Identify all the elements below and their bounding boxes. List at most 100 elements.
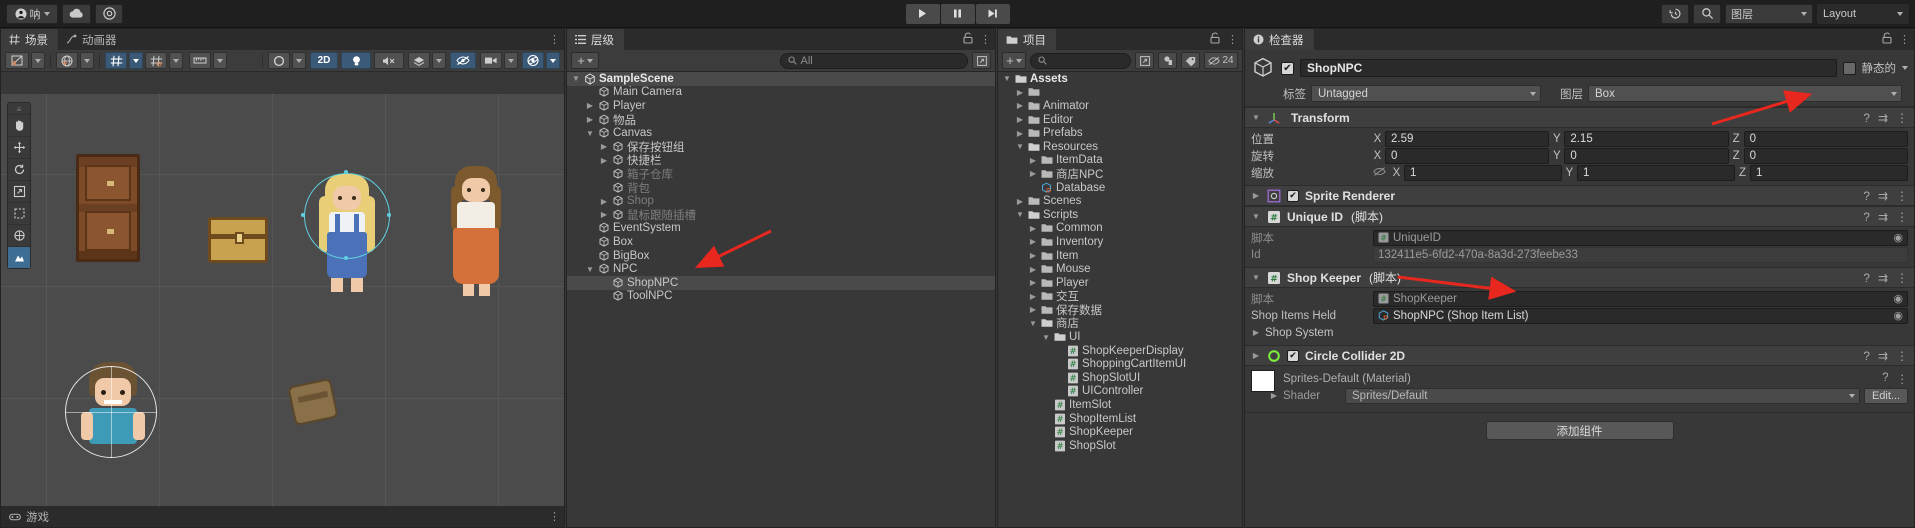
chevron-right-icon[interactable]: ▶	[1028, 265, 1038, 274]
layout-dropdown[interactable]: Layout	[1817, 3, 1909, 24]
shading-dropdown[interactable]	[80, 52, 94, 69]
help-icon[interactable]: ?	[1882, 372, 1888, 386]
grid-visibility-dropdown[interactable]	[169, 52, 183, 69]
hierarchy-tree[interactable]: ▼ SampleScene Main Camera ▶ Player ▶ 物品 ▼ Canvas…	[567, 72, 995, 527]
project-item-shopitemlist[interactable]: # ShopItemList	[998, 412, 1242, 426]
kebab-icon[interactable]: ⋮	[1227, 33, 1238, 46]
kebab-icon[interactable]: ⋮	[1896, 210, 1908, 224]
snap-dropdown[interactable]	[213, 52, 227, 69]
cloud-button[interactable]	[62, 3, 91, 24]
project-item-scripts[interactable]: ▼ Scripts	[998, 208, 1242, 222]
tab-game[interactable]: 游戏	[1, 506, 59, 527]
hierarchy-item-鼠标跟随插槽[interactable]: ▶ 鼠标跟随插槽	[567, 208, 995, 222]
unique-id-script-field[interactable]: # UniqueID ◉	[1373, 229, 1908, 246]
object-picker-icon[interactable]: ◉	[1893, 292, 1903, 305]
2d-toggle-button[interactable]: 2D	[310, 52, 338, 69]
gizmo-shading-dropdown[interactable]	[292, 52, 306, 69]
kebab-icon[interactable]: ⋮	[549, 510, 560, 523]
chevron-right-icon[interactable]: ▶	[1028, 169, 1038, 178]
step-button[interactable]	[975, 3, 1010, 24]
scene-tab-menu[interactable]: ⋮	[549, 29, 560, 50]
grid-snap-button[interactable]	[105, 52, 127, 69]
hierarchy-search-input[interactable]: All	[779, 52, 968, 69]
project-item-resources[interactable]: ▼ Resources	[998, 140, 1242, 154]
chevron-down-icon[interactable]: ▼	[1002, 74, 1012, 83]
project-item-商店npc[interactable]: ▶ 商店NPC	[998, 167, 1242, 181]
chevron-right-icon[interactable]: ▶	[585, 115, 595, 124]
shading-mode-button[interactable]	[56, 52, 78, 69]
services-button[interactable]	[95, 3, 123, 24]
audio-toggle-button[interactable]	[374, 52, 404, 69]
hierarchy-item-npc[interactable]: ▼ NPC	[567, 262, 995, 276]
scene-viewport[interactable]: ≡	[1, 94, 564, 506]
chevron-right-icon[interactable]: ▶	[1028, 156, 1038, 165]
project-item-mouse[interactable]: ▶ Mouse	[998, 262, 1242, 276]
chevron-right-icon[interactable]: ▶	[1015, 197, 1025, 206]
object-active-checkbox[interactable]: ✔	[1281, 61, 1294, 75]
chevron-down-icon[interactable]: ▼	[1028, 319, 1038, 328]
chevron-down-icon[interactable]: ▼	[1251, 113, 1261, 122]
tab-animator[interactable]: 动画器	[58, 29, 127, 50]
move-tool-button[interactable]	[8, 136, 30, 158]
sprite-renderer-component-header[interactable]: ▶ ✔ Sprite Renderer ? ⇉ ⋮	[1245, 185, 1914, 206]
tab-scene[interactable]: 场景	[1, 29, 58, 50]
hierarchy-item-main-camera[interactable]: Main Camera	[567, 86, 995, 100]
hierarchy-item-box[interactable]: Box	[567, 235, 995, 249]
shop-keeper-component-header[interactable]: ▼ # Shop Keeper (脚本) ? ⇉ ⋮	[1245, 267, 1914, 288]
circle-collider-2d-component-header[interactable]: ▶ ✔ Circle Collider 2D ? ⇉ ⋮	[1245, 345, 1914, 366]
preset-icon[interactable]: ⇉	[1878, 271, 1888, 285]
filter-by-type-button[interactable]	[1158, 52, 1177, 69]
filter-by-label-button[interactable]	[1181, 52, 1200, 69]
scene-camera-dropdown[interactable]	[504, 52, 518, 69]
snap-increment-button[interactable]	[189, 52, 211, 69]
chevron-right-icon[interactable]: ▶	[1028, 224, 1038, 233]
project-item-inventory[interactable]: ▶ Inventory	[998, 235, 1242, 249]
preset-icon[interactable]: ⇉	[1878, 349, 1888, 363]
tag-dropdown[interactable]: Untagged	[1311, 85, 1541, 102]
chevron-right-icon[interactable]: ▶	[1251, 328, 1261, 337]
chevron-right-icon[interactable]: ▶	[1251, 351, 1261, 360]
transform-tool-button[interactable]	[8, 224, 30, 246]
gizmos-button[interactable]	[522, 52, 544, 69]
circle-collider-enabled-checkbox[interactable]: ✔	[1287, 349, 1299, 362]
layers-dropdown[interactable]: 图层	[1725, 3, 1813, 24]
scale-x-input[interactable]: 1	[1404, 164, 1562, 181]
hierarchy-item-bigbox[interactable]: BigBox	[567, 249, 995, 263]
object-name-input[interactable]: ShopNPC	[1300, 59, 1837, 77]
draw-mode-button[interactable]	[5, 52, 29, 69]
kebab-icon[interactable]: ⋮	[549, 33, 560, 46]
project-item-uicontroller[interactable]: # UIController	[998, 385, 1242, 399]
project-item-database[interactable]: Database	[998, 181, 1242, 195]
create-gameobject-button[interactable]: +	[571, 52, 599, 69]
project-item-scenes[interactable]: ▶ Scenes	[998, 194, 1242, 208]
kebab-icon[interactable]: ⋮	[1897, 372, 1909, 386]
project-item-unnamed[interactable]: ▶	[998, 86, 1242, 100]
game-tab-menu[interactable]: ⋮	[549, 506, 560, 527]
hierarchy-item-物品[interactable]: ▶ 物品	[567, 113, 995, 127]
chevron-right-icon[interactable]: ▶	[1015, 115, 1025, 124]
shop-keeper-script-field[interactable]: # ShopKeeper ◉	[1373, 290, 1908, 307]
transform-component-header[interactable]: ▼ Transform ? ⇉ ⋮	[1245, 107, 1914, 128]
tab-hierarchy[interactable]: 层级	[567, 29, 624, 50]
chevron-down-icon[interactable]: ▼	[1015, 142, 1025, 151]
project-item-shopkeeper[interactable]: # ShopKeeper	[998, 425, 1242, 439]
grid-visibility-button[interactable]	[145, 52, 167, 69]
scale-z-input[interactable]: 1	[1750, 164, 1908, 181]
project-item-ui[interactable]: ▼ UI	[998, 330, 1242, 344]
hand-tool-button[interactable]	[8, 114, 30, 136]
project-item-shoppingcartitemui[interactable]: # ShoppingCartItemUI	[998, 357, 1242, 371]
project-item-shopslot[interactable]: # ShopSlot	[998, 439, 1242, 453]
scene-camera-button[interactable]	[480, 52, 502, 69]
tab-inspector[interactable]: 检查器	[1245, 29, 1314, 50]
chevron-right-icon[interactable]: ▶	[599, 142, 609, 151]
chevron-down-icon[interactable]: ▼	[585, 129, 595, 138]
project-item-player[interactable]: ▶ Player	[998, 276, 1242, 290]
project-tree[interactable]: ▼ Assets ▶ ▶ Animator ▶ Editor ▶ Prefabs ▼ Resourc…	[998, 72, 1242, 527]
hidden-objects-button[interactable]	[450, 52, 476, 69]
chevron-down-icon[interactable]: ▼	[1015, 210, 1025, 219]
shader-dropdown[interactable]: Sprites/Default	[1345, 387, 1860, 404]
kebab-icon[interactable]: ⋮	[1896, 189, 1908, 203]
lock-icon[interactable]	[1882, 32, 1892, 47]
chevron-right-icon[interactable]: ▶	[1015, 129, 1025, 138]
project-item-shopslotui[interactable]: # ShopSlotUI	[998, 371, 1242, 385]
